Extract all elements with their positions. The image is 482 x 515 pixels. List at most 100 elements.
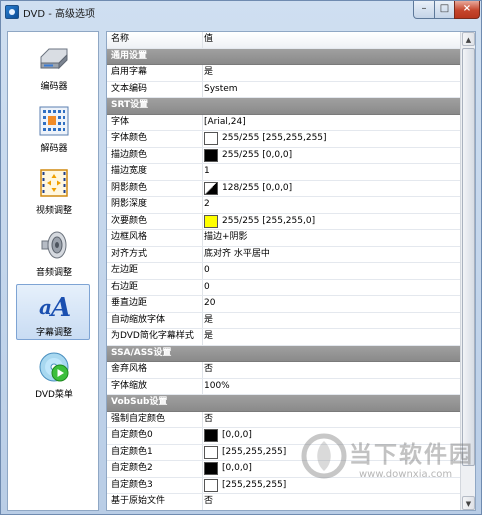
property-key: 自定颜色0 (107, 428, 203, 444)
section-srt[interactable]: SRT设置 (107, 98, 460, 115)
color-swatch[interactable] (204, 429, 218, 442)
decoder-chip-icon (39, 106, 69, 136)
property-row[interactable]: 自动缩放字体 是 (107, 312, 460, 329)
sidebar-item-label: DVD菜单 (35, 390, 73, 400)
property-value[interactable]: 描边+阴影 (204, 230, 248, 246)
property-row[interactable]: 右边距 0 (107, 279, 460, 296)
subtitle-font-icon: a A (39, 293, 70, 321)
property-value[interactable]: 底对齐 水平居中 (204, 247, 270, 263)
property-row[interactable]: 描边颜色 255/255 [0,0,0] (107, 147, 460, 164)
property-key: 自定颜色2 (107, 461, 203, 477)
property-value[interactable]: 255/255 [255,255,0] (222, 214, 315, 230)
title-bar[interactable]: DVD - 高级选项 – □ × (1, 1, 481, 23)
property-value[interactable]: [255,255,255] (222, 445, 286, 461)
minimize-button[interactable]: – (413, 1, 435, 19)
property-key: 垂直边距 (107, 296, 203, 312)
color-swatch[interactable] (204, 148, 218, 162)
color-swatch[interactable] (204, 462, 218, 475)
property-value[interactable]: System (204, 82, 238, 98)
sidebar-item-label: 编码器 (40, 82, 68, 92)
sidebar-item-subtitle-adjust[interactable]: a A 字幕调整 (16, 284, 90, 340)
property-key: 舍弃风格 (107, 362, 203, 378)
sidebar-item-audio-adjust[interactable]: 音频调整 (16, 224, 90, 280)
sidebar-item-decoder[interactable]: 解码器 (16, 100, 90, 156)
color-swatch[interactable] (204, 478, 218, 492)
property-row[interactable]: 垂直边距 20 (107, 296, 460, 313)
color-swatch[interactable] (204, 132, 218, 145)
speaker-icon (41, 231, 67, 259)
property-key: 对齐方式 (107, 246, 203, 262)
property-value[interactable]: 20 (204, 296, 215, 312)
property-row[interactable]: 字体颜色 255/255 [255,255,255] (107, 131, 460, 148)
property-value[interactable]: 2 (204, 197, 210, 213)
category-sidebar: 编码器 解码器 视频调整 音频调整 a A 字幕调整 DVD菜单 (7, 31, 99, 511)
sidebar-item-dvd-menu[interactable]: DVD菜单 (16, 346, 90, 402)
property-key: 字体 (107, 114, 203, 130)
section-title: 通用设置 (111, 50, 148, 61)
property-value[interactable]: 255/255 [255,255,255] (222, 131, 327, 147)
property-row[interactable]: 阴影深度 2 (107, 197, 460, 214)
property-value[interactable]: 255/255 [0,0,0] (222, 148, 292, 164)
property-value[interactable]: 否 (204, 362, 213, 378)
watermark-title: 当下软件园 (349, 442, 474, 468)
property-key: 描边宽度 (107, 164, 203, 180)
property-row[interactable]: 基于原始文件 否 (107, 494, 460, 510)
property-key: 右边距 (107, 279, 203, 295)
property-key: 次要颜色 (107, 213, 203, 229)
close-button[interactable]: × (454, 1, 480, 19)
property-row[interactable]: 描边宽度 1 (107, 164, 460, 181)
property-row[interactable]: 为DVD简化字幕样式 是 (107, 329, 460, 346)
property-value[interactable]: 否 (204, 412, 213, 428)
scroll-down-arrow-icon[interactable]: ▼ (462, 496, 475, 510)
property-value[interactable]: 是 (204, 313, 213, 329)
section-vobsub[interactable]: VobSub设置 (107, 395, 460, 412)
property-key: 自动缩放字体 (107, 312, 203, 328)
sidebar-item-video-adjust[interactable]: 视频调整 (16, 162, 90, 218)
column-header-name[interactable]: 名称 (107, 32, 203, 48)
maximize-button[interactable]: □ (434, 1, 455, 19)
property-row[interactable]: 边框风格 描边+阴影 (107, 230, 460, 247)
property-value[interactable]: 100% (204, 379, 230, 395)
property-value[interactable]: 否 (204, 494, 213, 510)
property-value[interactable]: [Arial,24] (204, 115, 246, 131)
property-key: 阴影颜色 (107, 180, 203, 196)
property-row[interactable]: 次要颜色 255/255 [255,255,0] (107, 213, 460, 230)
property-key: 启用字幕 (107, 65, 203, 81)
property-key: 文本编码 (107, 81, 203, 97)
scroll-up-arrow-icon[interactable]: ▲ (462, 32, 475, 46)
property-row[interactable]: 文本编码 System (107, 81, 460, 98)
property-row[interactable]: 舍弃风格 否 (107, 362, 460, 379)
property-row[interactable]: 字体缩放 100% (107, 378, 460, 395)
property-row[interactable]: 强制自定颜色 否 (107, 411, 460, 428)
section-title: SSA/ASS设置 (111, 347, 172, 358)
scrollbar-thumb[interactable] (462, 48, 475, 466)
section-ssa-ass[interactable]: SSA/ASS设置 (107, 345, 460, 362)
color-swatch[interactable] (204, 445, 218, 459)
sidebar-item-label: 音频调整 (35, 268, 72, 278)
color-swatch-half-alpha[interactable] (204, 181, 218, 195)
column-header-value[interactable]: 值 (204, 32, 213, 48)
property-value[interactable]: 0 (204, 280, 210, 296)
sidebar-item-encoder[interactable]: 编码器 (16, 38, 90, 94)
property-value[interactable]: [0,0,0] (222, 461, 252, 477)
app-window: DVD - 高级选项 – □ × 编码器 解码器 视频调整 音频调整 a A 字… (0, 0, 482, 515)
property-value[interactable]: 是 (204, 329, 213, 345)
property-value[interactable]: 1 (204, 164, 210, 180)
property-value[interactable]: 是 (204, 65, 213, 81)
property-row[interactable]: 左边距 0 (107, 263, 460, 280)
property-value[interactable]: 0 (204, 263, 210, 279)
property-key: 描边颜色 (107, 147, 203, 163)
property-value[interactable]: [0,0,0] (222, 428, 252, 444)
watermark-url: www.downxia.com (359, 469, 453, 480)
property-row[interactable]: 阴影颜色 128/255 [0,0,0] (107, 180, 460, 197)
video-adjust-icon (40, 169, 68, 197)
section-general[interactable]: 通用设置 (107, 48, 460, 65)
property-row[interactable]: 启用字幕 是 (107, 65, 460, 82)
property-row[interactable]: 字体 [Arial,24] (107, 114, 460, 131)
site-watermark: 当下软件园 www.downxia.com (301, 433, 477, 491)
sidebar-item-label: 视频调整 (35, 206, 72, 216)
property-row[interactable]: 对齐方式 底对齐 水平居中 (107, 246, 460, 263)
property-value[interactable]: 128/255 [0,0,0] (222, 181, 292, 197)
property-value[interactable]: [255,255,255] (222, 478, 286, 494)
color-swatch[interactable] (204, 214, 218, 228)
